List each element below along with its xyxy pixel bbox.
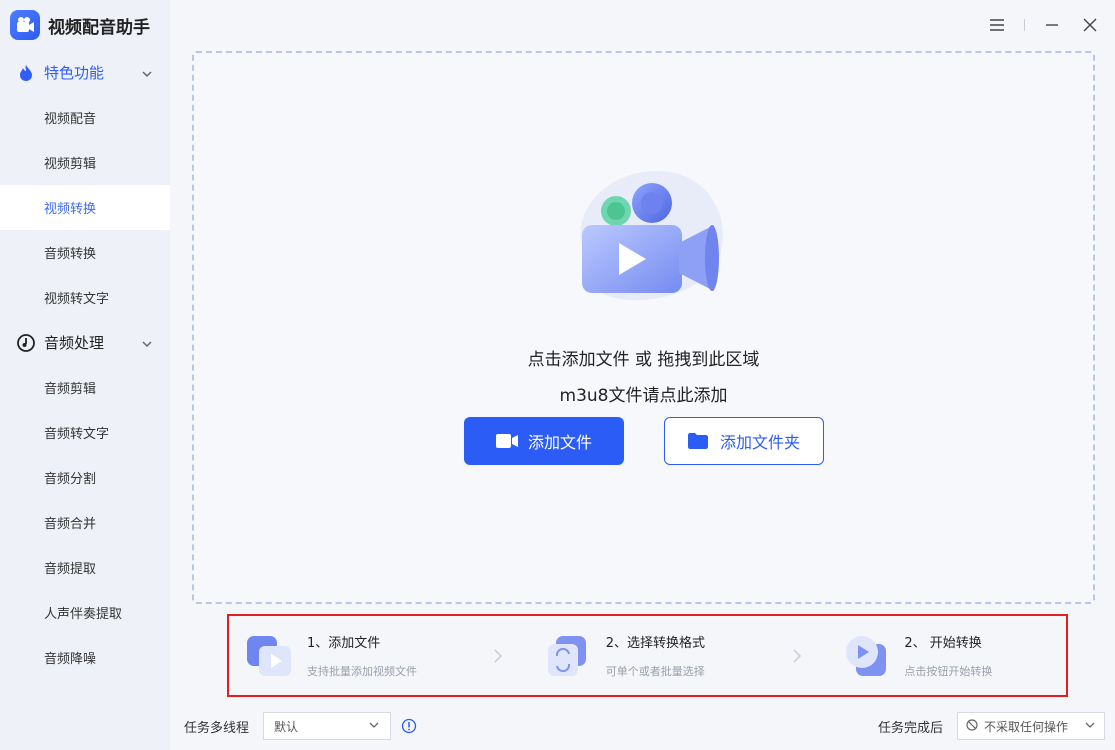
- music-clock-icon: [16, 333, 36, 353]
- step-start-convert: 2、 开始转换 点击按钮开始转换: [826, 632, 1066, 680]
- app-title: 视频配音助手: [48, 17, 150, 38]
- thread-setting: 任务多线程 默认: [184, 712, 417, 740]
- sidebar-item-video-edit[interactable]: 视频剪辑: [0, 140, 170, 185]
- step-1-title: 1、添加文件: [307, 636, 381, 651]
- group-featured[interactable]: 特色功能: [0, 50, 170, 95]
- add-file-step-icon: [245, 632, 295, 680]
- after-task-value: 不采取任何操作: [984, 719, 1069, 734]
- folder-icon: [687, 432, 710, 450]
- step-select-format: 2、选择转换格式 可单个或者批量选择: [528, 632, 768, 680]
- after-task-setting: 任务完成后 不采取任何操作: [878, 712, 1105, 740]
- dropzone-hint: 点击添加文件 或 拖拽到此区域: [527, 350, 760, 370]
- step-1-desc: 支持批量添加视频文件: [307, 665, 417, 678]
- minimize-icon[interactable]: [1041, 14, 1063, 36]
- chevron-down-icon: [140, 336, 154, 350]
- window-controls: [986, 14, 1101, 36]
- after-task-label: 任务完成后: [877, 720, 943, 736]
- step-3-title: 2、 开始转换: [904, 636, 982, 651]
- sidebar-item-video-to-text[interactable]: 视频转文字: [0, 275, 170, 320]
- flame-icon: [16, 63, 36, 83]
- step-add-file: 1、添加文件 支持批量添加视频文件: [229, 632, 469, 680]
- app-header: 视频配音助手: [0, 0, 170, 50]
- add-folder-label: 添加文件夹: [719, 433, 800, 452]
- sidebar-item-audio-extract[interactable]: 音频提取: [0, 545, 170, 590]
- sidebar-item-audio-to-text[interactable]: 音频转文字: [0, 410, 170, 455]
- group-audio-label: 音频处理: [44, 334, 105, 352]
- menu-icon[interactable]: [986, 14, 1008, 36]
- add-file-button[interactable]: 添加文件: [464, 417, 624, 465]
- sidebar-item-audio-merge[interactable]: 音频合并: [0, 500, 170, 545]
- steps-guide: 1、添加文件 支持批量添加视频文件 2、选择转换格式 可单个或者批量选择 2、 …: [227, 614, 1068, 697]
- convert-format-step-icon: [544, 632, 594, 680]
- sidebar-item-video-convert[interactable]: 视频转换: [0, 185, 170, 230]
- sidebar-item-audio-convert[interactable]: 音频转换: [0, 230, 170, 275]
- m3u8-hint-link[interactable]: m3u8文件请点此添加: [194, 381, 1093, 406]
- close-icon[interactable]: [1079, 14, 1101, 36]
- after-task-select[interactable]: 不采取任何操作: [957, 712, 1105, 740]
- sidebar-item-audio-edit[interactable]: 音频剪辑: [0, 365, 170, 410]
- sidebar-item-audio-denoise[interactable]: 音频降噪: [0, 635, 170, 680]
- info-icon[interactable]: [401, 718, 417, 734]
- step-2-desc: 可单个或者批量选择: [605, 665, 705, 678]
- chevron-down-icon: [140, 66, 154, 80]
- chevron-right-icon: [489, 646, 508, 666]
- file-dropzone[interactable]: 点击添加文件 或 拖拽到此区域 m3u8文件请点此添加 添加文件 添加文件夹: [192, 51, 1095, 604]
- add-file-label: 添加文件: [527, 433, 592, 452]
- threads-label: 任务多线程: [184, 720, 250, 736]
- sidebar-item-video-dubbing[interactable]: 视频配音: [0, 95, 170, 140]
- chevron-right-icon: [787, 646, 806, 666]
- step-3-desc: 点击按钮开始转换: [904, 665, 993, 678]
- video-camera-icon: [495, 432, 518, 450]
- start-convert-step-icon: [842, 632, 892, 680]
- app-logo-icon: [10, 10, 40, 40]
- add-folder-button[interactable]: 添加文件夹: [664, 417, 824, 465]
- chevron-down-icon: [1084, 719, 1096, 734]
- sidebar-item-vocal-extract[interactable]: 人声伴奏提取: [0, 590, 170, 635]
- separator: [1024, 19, 1025, 31]
- sidebar: 视频配音助手 特色功能 视频配音 视频剪辑 视频转换 音频转换 视频转文字 音频…: [0, 0, 170, 750]
- video-camera-illustration-icon: [564, 163, 729, 308]
- group-audio[interactable]: 音频处理: [0, 320, 170, 365]
- threads-value: 默认: [274, 719, 299, 734]
- group-featured-label: 特色功能: [44, 64, 105, 82]
- chevron-down-icon: [368, 719, 380, 734]
- step-2-title: 2、选择转换格式: [605, 636, 705, 651]
- threads-select[interactable]: 默认: [263, 712, 392, 740]
- sidebar-item-audio-split[interactable]: 音频分割: [0, 455, 170, 500]
- ban-icon: [966, 718, 978, 734]
